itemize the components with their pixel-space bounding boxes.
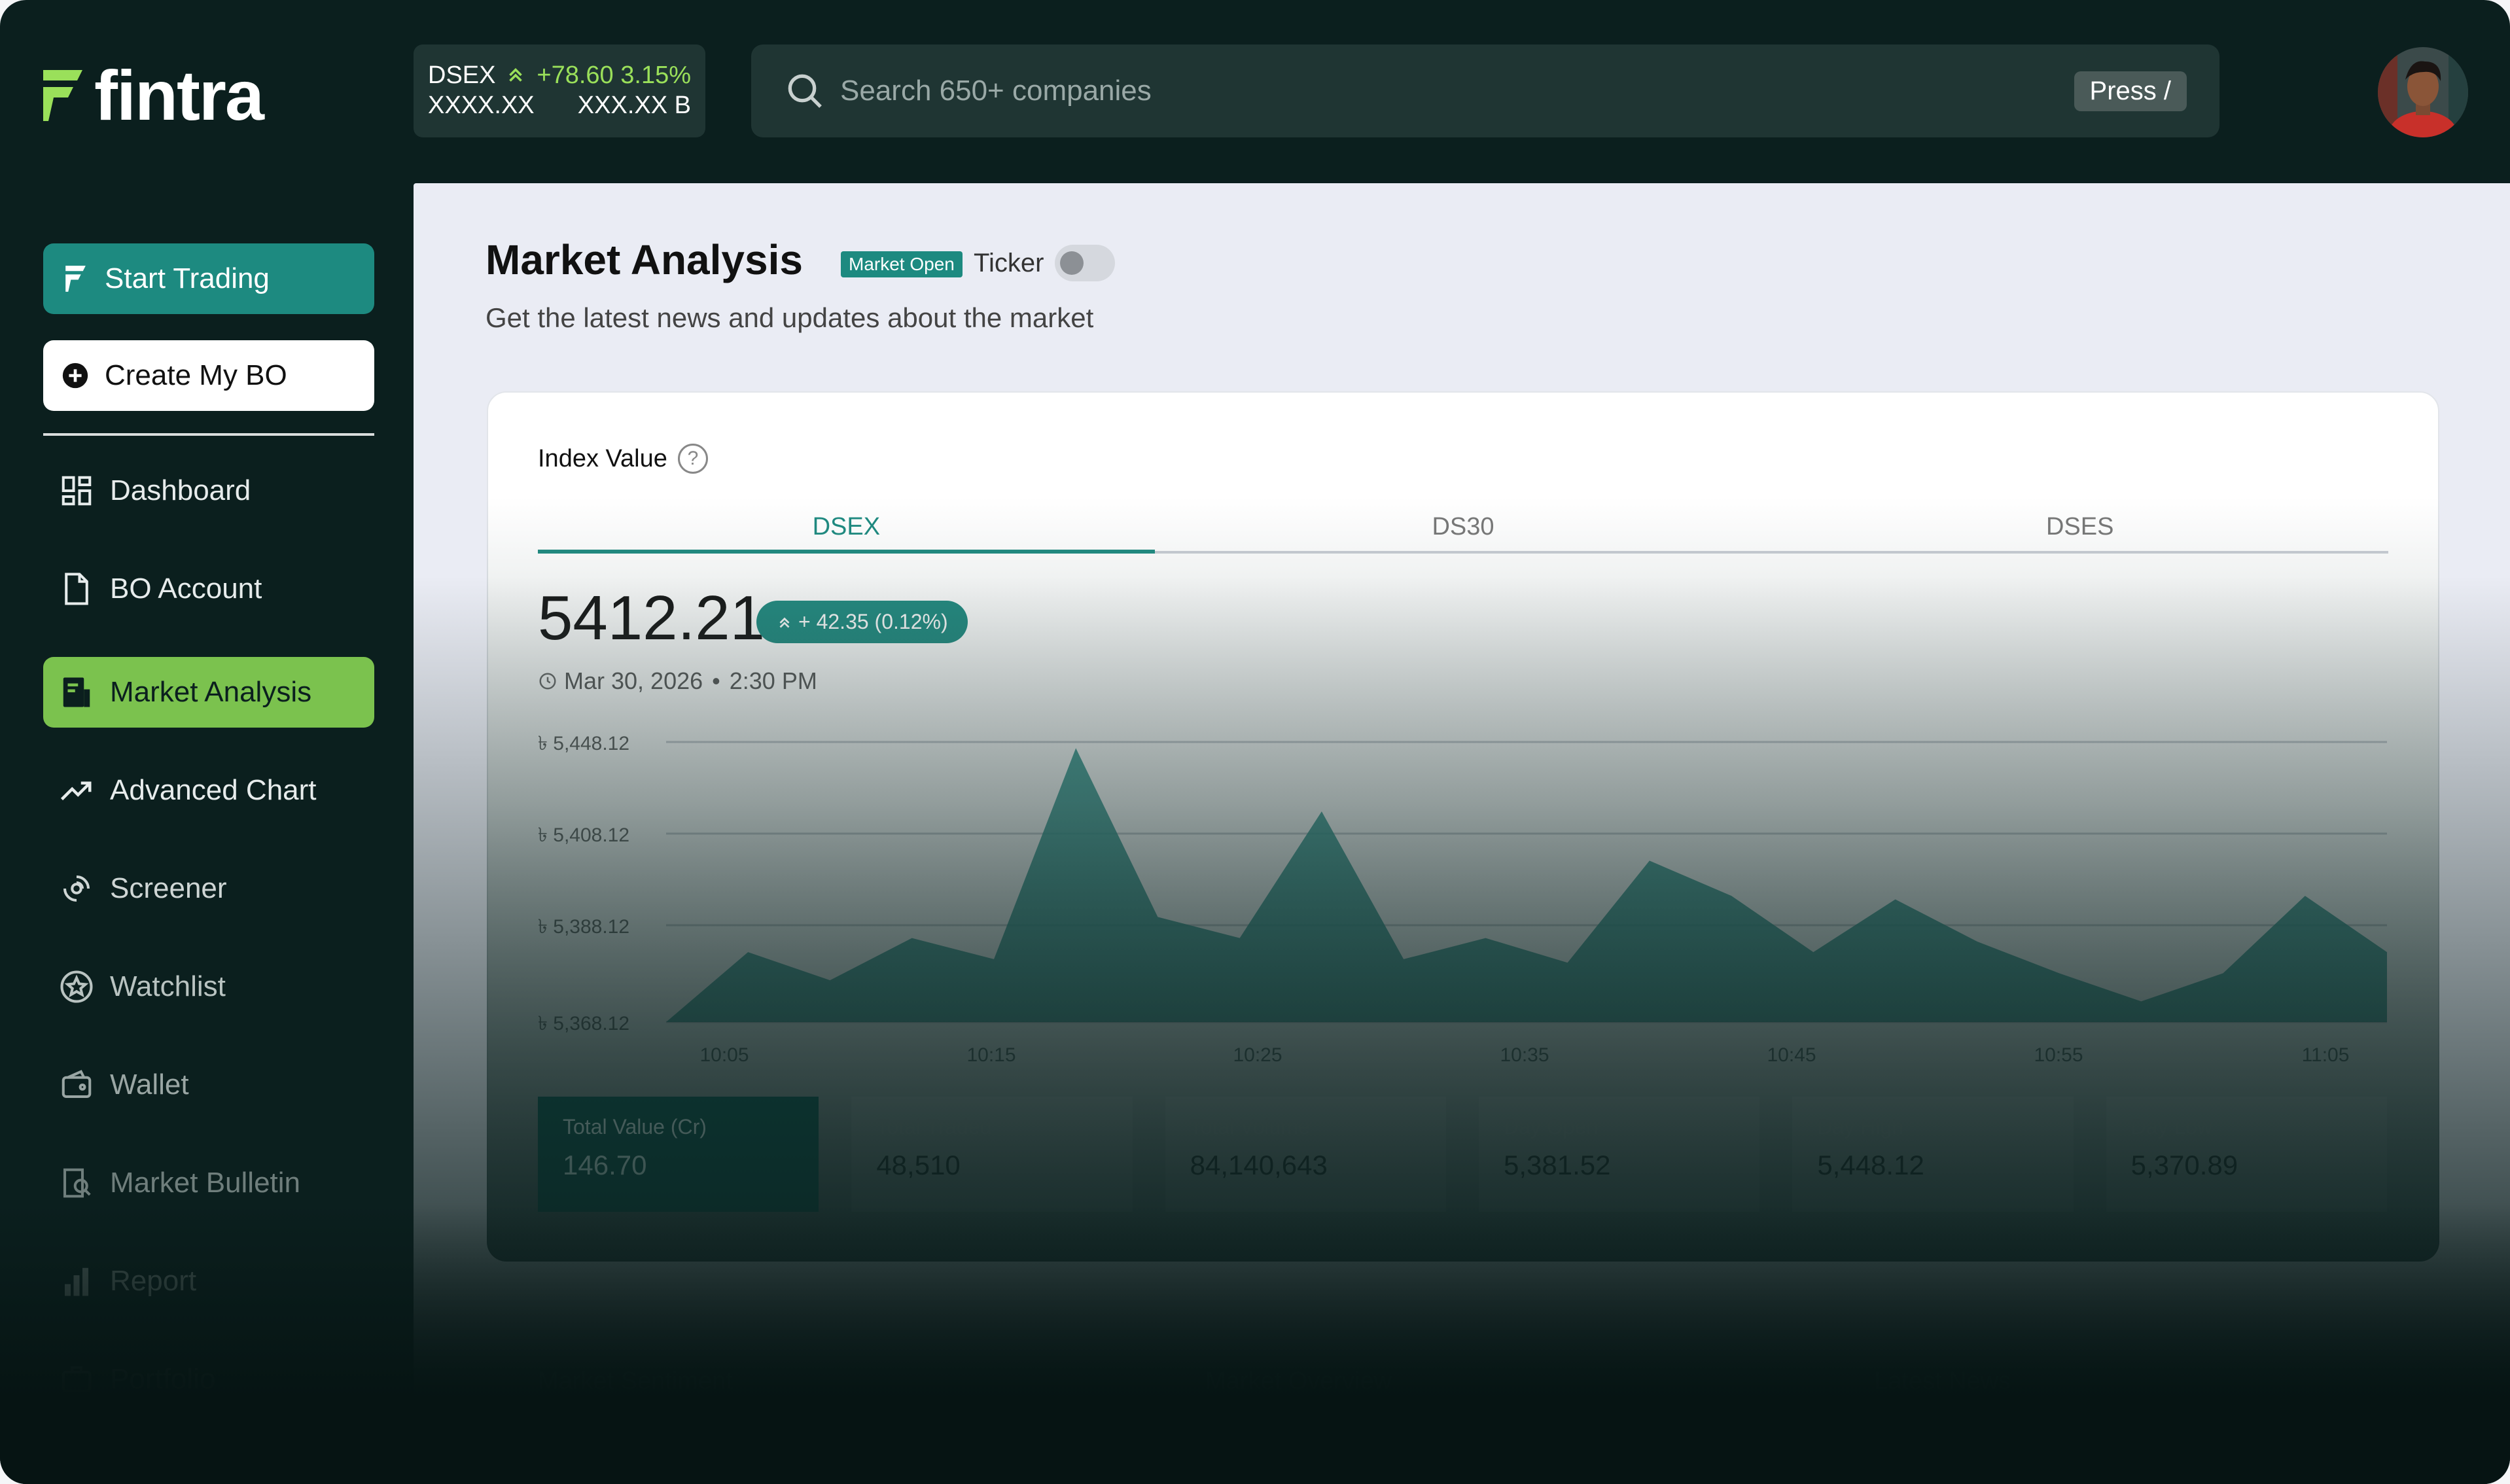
stat-day-open: Day Open 5,381.52 bbox=[1478, 1097, 1760, 1212]
search-icon bbox=[788, 74, 822, 108]
stat-value: 146.70 bbox=[563, 1150, 647, 1180]
screener-icon bbox=[63, 875, 90, 902]
sidebar-item-label: Wallet bbox=[110, 1069, 189, 1101]
sidebar-divider bbox=[43, 433, 374, 436]
stat-label: Total Value (Cr) bbox=[563, 1115, 707, 1139]
stat-total-volume: Total Volume 84,140,643 bbox=[1165, 1097, 1446, 1212]
analysis-icon bbox=[63, 677, 90, 707]
search-input[interactable]: Search 650+ companies bbox=[840, 75, 2074, 107]
index-value: 5412.21 bbox=[538, 583, 766, 653]
sidebar-item-wallet[interactable]: Wallet bbox=[43, 1050, 374, 1120]
tab-ds30[interactable]: DS30 bbox=[1155, 504, 1772, 551]
stat-day-low: Day Low 5,370.89 bbox=[2106, 1097, 2387, 1212]
stat-value: 5,370.89 bbox=[2130, 1150, 2238, 1180]
fintra-logo-icon bbox=[65, 266, 86, 292]
app-window: fintra DSEX +78.60 3.15% XXXX.XX XXX.XX … bbox=[0, 0, 2510, 1484]
brand-logo[interactable]: fintra bbox=[39, 56, 264, 135]
stat-total-traded: Total Traded 48,510 bbox=[851, 1097, 1133, 1212]
ticker-volume: XXX.XX B bbox=[577, 91, 691, 119]
stat-day-high: Day High 5,448.12 bbox=[1792, 1097, 2074, 1212]
sidebar-item-label: Dashboard bbox=[110, 474, 251, 506]
bar-chart-icon bbox=[65, 1267, 88, 1296]
wallet-icon bbox=[62, 1070, 92, 1099]
sidebar-item-advanced-chart[interactable]: Advanced Chart bbox=[43, 755, 374, 826]
page-title: Market Analysis bbox=[486, 236, 803, 283]
sidebar-item-label: BO Account bbox=[110, 573, 262, 605]
double-chevron-up-icon bbox=[509, 67, 523, 82]
sidebar-item-market-bulletin[interactable]: Market Bulletin bbox=[43, 1148, 374, 1218]
stat-value: 5,448.12 bbox=[1817, 1150, 1924, 1180]
user-avatar[interactable] bbox=[2378, 47, 2468, 137]
sidebar-item-market-analysis[interactable]: Market Analysis bbox=[43, 657, 374, 728]
sidebar-item-screener[interactable]: Screener bbox=[43, 853, 374, 924]
briefcase-icon bbox=[62, 1366, 92, 1393]
trend-icon bbox=[60, 781, 92, 801]
ticker-symbol: DSEX bbox=[428, 61, 496, 89]
sidebar-item-report[interactable]: Report bbox=[43, 1246, 374, 1316]
stat-value: 84,140,643 bbox=[1190, 1150, 1328, 1180]
index-value-label: Index Value bbox=[538, 445, 667, 472]
page-subtitle: Get the latest news and updates about th… bbox=[486, 302, 1094, 333]
star-icon bbox=[60, 970, 93, 1003]
ticker-value: XXXX.XX bbox=[428, 91, 535, 119]
sidebar-item-dashboard[interactable]: Dashboard bbox=[43, 455, 374, 526]
stat-value: 48,510 bbox=[876, 1150, 961, 1180]
sidebar-item-label: Market Bulletin bbox=[110, 1167, 301, 1199]
create-bo-label: Create My BO bbox=[105, 359, 287, 391]
sidebar-item-label: Watchlist bbox=[110, 970, 226, 1002]
market-status-badge: Market Open bbox=[841, 251, 963, 277]
index-tabs: DSEX DS30 DSES bbox=[538, 504, 2388, 554]
brand-name: fintra bbox=[94, 56, 264, 135]
stat-label: Total Traded bbox=[876, 1115, 992, 1139]
market-overview-heading: Market Overview bbox=[1205, 1368, 1392, 1395]
market-sentiment-heading: Market Sentiment bbox=[538, 1368, 733, 1395]
index-change-badge: + 42.35 (0.12%) bbox=[756, 601, 968, 643]
latest-news-heading: Latest News bbox=[1874, 1368, 2011, 1395]
search-bar[interactable]: Search 650+ companies Press / bbox=[751, 44, 2219, 137]
clock-icon bbox=[539, 673, 556, 690]
tab-dses[interactable]: DSES bbox=[1771, 504, 2388, 551]
help-icon[interactable]: ? bbox=[678, 444, 708, 474]
ticker-change: +78.60 3.15% bbox=[537, 61, 691, 89]
stat-value: 5,381.52 bbox=[1503, 1150, 1611, 1180]
ticker-toggle[interactable] bbox=[1055, 245, 1115, 281]
avatar-image bbox=[2378, 47, 2468, 137]
stat-label: Day Low bbox=[2130, 1115, 2213, 1139]
sidebar: Start Trading Create My BO Dashboard BO … bbox=[0, 183, 414, 1484]
tab-dsex[interactable]: DSEX bbox=[538, 504, 1155, 554]
sidebar-item-label: Screener bbox=[110, 872, 227, 904]
start-trading-label: Start Trading bbox=[105, 262, 270, 294]
stat-label: Day Open bbox=[1503, 1115, 1599, 1139]
stat-label: Day High bbox=[1817, 1115, 1903, 1139]
separator-dot: • bbox=[712, 667, 720, 694]
ticker-toggle-label: Ticker bbox=[974, 249, 1044, 277]
plus-circle-icon bbox=[62, 362, 88, 389]
fintra-logo-icon bbox=[43, 70, 82, 121]
search-shortcut-hint: Press / bbox=[2074, 71, 2187, 111]
sidebar-item-label: Advanced Chart bbox=[110, 774, 317, 806]
start-trading-button[interactable]: Start Trading bbox=[43, 243, 374, 314]
document-icon bbox=[65, 573, 88, 605]
index-timestamp: Mar 30, 2026 • 2:30 PM bbox=[538, 667, 817, 695]
create-bo-button[interactable]: Create My BO bbox=[43, 340, 374, 411]
toggle-knob bbox=[1060, 251, 1084, 275]
double-chevron-up-icon bbox=[779, 617, 790, 628]
sidebar-item-label: Portfolio bbox=[110, 1363, 216, 1395]
index-change-text: + 42.35 (0.12%) bbox=[798, 610, 948, 633]
index-ticker[interactable]: DSEX +78.60 3.15% XXXX.XX XXX.XX B bbox=[414, 44, 705, 137]
stats-row: Total Value (Cr) 146.70 Total Traded 48,51… bbox=[538, 1097, 2387, 1212]
stat-total-value: Total Value (Cr) 146.70 bbox=[538, 1097, 819, 1212]
stat-label: Total Volume bbox=[1190, 1115, 1310, 1139]
index-time: 2:30 PM bbox=[729, 667, 817, 694]
sidebar-item-label: Market Analysis bbox=[110, 676, 312, 708]
sidebar-item-bo-account[interactable]: BO Account bbox=[43, 554, 374, 624]
sidebar-item-watchlist[interactable]: Watchlist bbox=[43, 951, 374, 1022]
sidebar-item-portfolio[interactable]: Portfolio bbox=[43, 1344, 374, 1415]
bulletin-icon bbox=[63, 1168, 91, 1198]
grid-icon bbox=[62, 476, 92, 506]
sidebar-item-label: Report bbox=[110, 1265, 197, 1297]
index-date: Mar 30, 2026 bbox=[564, 667, 703, 694]
